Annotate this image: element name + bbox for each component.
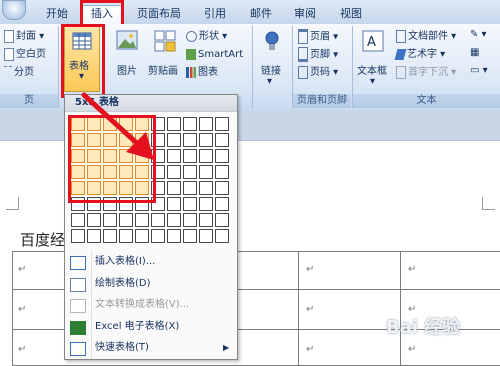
red-arrow-annotation — [81, 92, 154, 160]
